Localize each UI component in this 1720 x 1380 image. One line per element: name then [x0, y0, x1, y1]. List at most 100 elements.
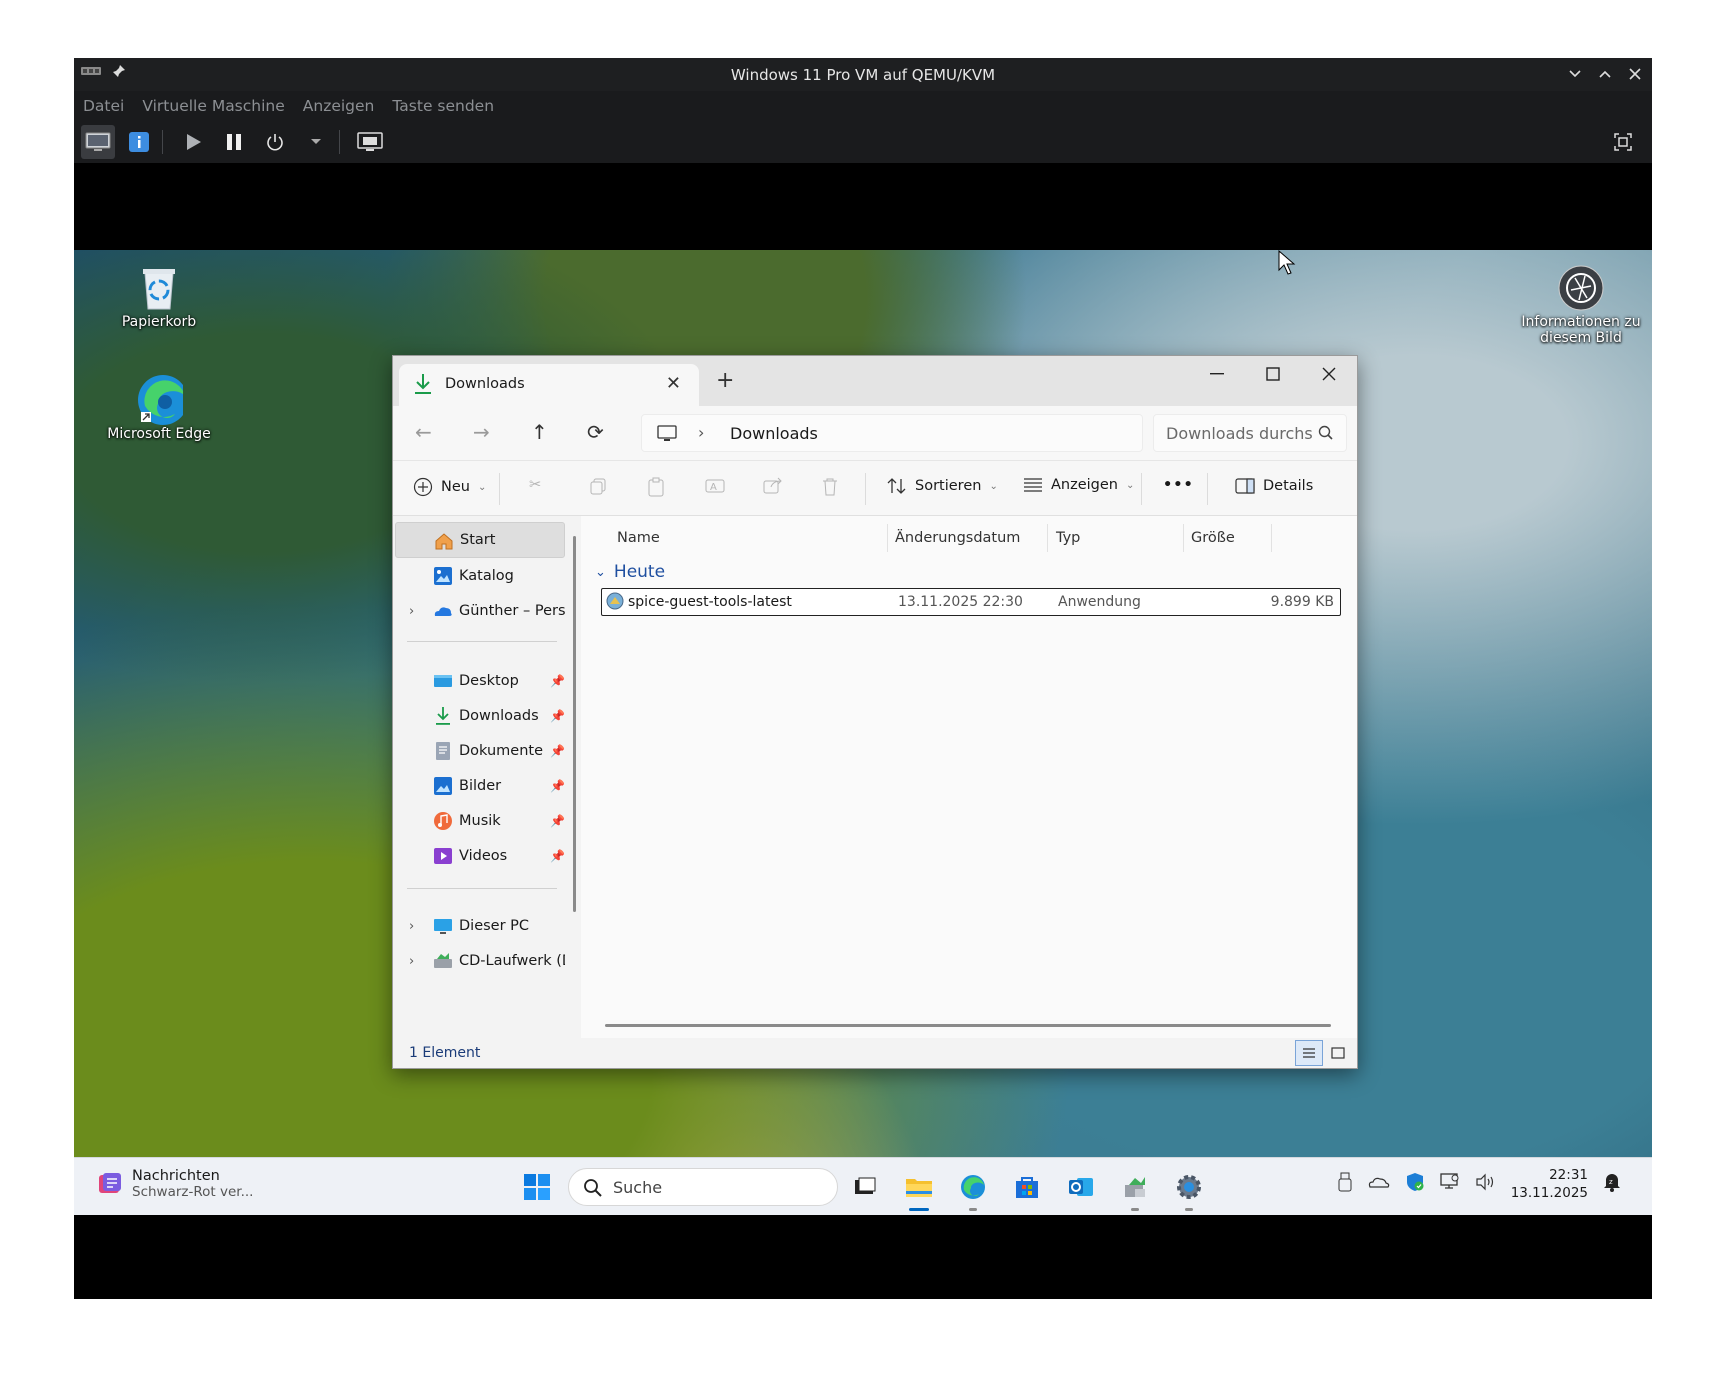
fullscreen-button[interactable] [1606, 125, 1640, 159]
details-pane-button[interactable]: Details [1235, 477, 1313, 495]
volume-icon[interactable] [1475, 1173, 1497, 1195]
sidebar-item-downloads[interactable]: Downloads 📌 [395, 698, 565, 734]
forward-arrow-icon[interactable]: → [473, 420, 490, 444]
pin-icon[interactable]: 📌 [550, 709, 565, 723]
navigation-pane: Start Katalog › Günther – Persönlich Des… [393, 516, 576, 1038]
pin-icon[interactable]: 📌 [550, 744, 565, 758]
rename-icon[interactable]: A [705, 477, 725, 495]
breadcrumb-downloads[interactable]: Downloads [730, 424, 818, 443]
sidebar-item-musik[interactable]: Musik 📌 [395, 803, 565, 839]
column-header-date[interactable]: Änderungsdatum [895, 530, 1020, 546]
view-button[interactable]: Anzeigen ⌄ [1023, 477, 1134, 493]
taskbar-installer[interactable] [1118, 1170, 1152, 1211]
minimize-button[interactable] [1566, 63, 1584, 85]
up-arrow-icon[interactable]: ↑ [531, 420, 548, 444]
close-tab-icon[interactable]: ✕ [666, 373, 681, 394]
taskbar-settings[interactable] [1172, 1170, 1206, 1211]
shutdown-menu-button[interactable] [299, 125, 333, 159]
power-icon [267, 134, 283, 151]
menu-virtuelle-maschine[interactable]: Virtuelle Maschine [133, 91, 293, 115]
run-button[interactable] [176, 125, 210, 159]
tiles-view-icon [1331, 1047, 1345, 1059]
network-icon[interactable] [1439, 1172, 1461, 1196]
console-view-button[interactable] [81, 125, 115, 159]
group-header[interactable]: ⌄ Heute [595, 562, 665, 582]
tab-downloads[interactable]: Downloads ✕ [399, 364, 699, 406]
pin-icon[interactable]: 📌 [550, 849, 565, 863]
guest-desktop: Papierkorb Microsoft Edge Informationen … [74, 250, 1652, 1215]
pin-icon[interactable]: 📌 [550, 779, 565, 793]
notification-bell-icon[interactable]: z [1602, 1171, 1622, 1197]
desktop-icon-recycle-bin[interactable]: Papierkorb [99, 264, 219, 330]
desktop-icon-edge[interactable]: Microsoft Edge [99, 375, 219, 442]
pause-button[interactable] [217, 125, 251, 159]
table-row[interactable]: spice-guest-tools-latest 13.11.2025 22:3… [601, 588, 1341, 616]
cut-icon[interactable]: ✂ [529, 477, 541, 493]
maximize-button[interactable] [1596, 63, 1614, 85]
menu-datei[interactable]: Datei [74, 91, 133, 115]
sidebar-item-start[interactable]: Start [395, 522, 565, 558]
news-widget[interactable]: Nachrichten Schwarz-Rot ver... [96, 1168, 253, 1200]
sidebar-item-katalog[interactable]: Katalog [395, 558, 565, 594]
start-button[interactable] [520, 1170, 554, 1204]
task-view-button[interactable] [848, 1170, 882, 1204]
sort-button[interactable]: Sortieren ⌄ [887, 477, 998, 495]
column-header-type[interactable]: Typ [1056, 530, 1080, 546]
explorer-minimize-button[interactable] [1189, 356, 1245, 392]
column-header-size[interactable]: Größe [1191, 530, 1235, 546]
chevron-right-icon[interactable]: › [698, 423, 704, 442]
chevron-right-icon[interactable]: › [409, 919, 414, 934]
sidebar-item-cd-laufwerk[interactable]: › CD-Laufwerk (D [395, 943, 565, 979]
security-icon[interactable] [1405, 1172, 1425, 1196]
search-input[interactable]: Downloads durchsuchen [1166, 424, 1314, 443]
taskbar-edge[interactable] [956, 1170, 990, 1211]
sidebar-item-desktop[interactable]: Desktop 📌 [395, 663, 565, 699]
paste-icon[interactable] [647, 477, 665, 497]
tab-label: Downloads [445, 376, 525, 392]
chevron-right-icon[interactable]: › [409, 604, 414, 619]
clock[interactable]: 22:31 13.11.2025 [1511, 1166, 1588, 1202]
sidebar-item-bilder[interactable]: Bilder 📌 [395, 768, 565, 804]
details-view-toggle[interactable] [1295, 1040, 1323, 1066]
tiles-view-toggle[interactable] [1325, 1040, 1351, 1066]
explorer-maximize-button[interactable] [1245, 356, 1301, 392]
explorer-close-button[interactable] [1301, 356, 1357, 392]
sidebar-item-dokumente[interactable]: Dokumente 📌 [395, 733, 565, 769]
desktop-icon-spotlight[interactable]: Informationen zu diesem Bild [1518, 264, 1644, 346]
windows-icon [524, 1174, 550, 1200]
delete-icon[interactable] [821, 477, 839, 497]
taskbar-search-input[interactable]: Suche [613, 1178, 662, 1197]
new-tab-button[interactable]: + [716, 368, 734, 393]
onedrive-icon[interactable] [1367, 1174, 1391, 1194]
close-button[interactable] [1626, 63, 1644, 85]
new-button[interactable]: Neu ⌄ [413, 477, 486, 497]
shutdown-button[interactable] [258, 125, 292, 159]
address-bar[interactable]: › Downloads [641, 414, 1143, 452]
usb-icon[interactable] [1337, 1171, 1353, 1197]
column-header-name[interactable]: Name [617, 530, 660, 546]
search-box[interactable]: Downloads durchsuchen [1153, 414, 1347, 452]
horizontal-scrollbar[interactable] [605, 1024, 1331, 1027]
taskbar-search[interactable]: Suche [568, 1168, 838, 1206]
refresh-icon[interactable]: ⟳ [587, 420, 604, 444]
pin-icon[interactable]: 📌 [550, 814, 565, 828]
sidebar-item-videos[interactable]: Videos 📌 [395, 838, 565, 874]
menu-anzeigen[interactable]: Anzeigen [294, 91, 384, 115]
share-icon[interactable] [763, 477, 783, 495]
taskbar-file-explorer[interactable] [902, 1170, 936, 1211]
play-icon [187, 134, 201, 150]
copy-icon[interactable] [589, 477, 607, 495]
sidebar-item-dieser-pc[interactable]: › Dieser PC [395, 908, 565, 944]
nav-scrollbar[interactable] [573, 536, 576, 912]
menu-taste-senden[interactable]: Taste senden [383, 91, 503, 115]
taskbar-store[interactable] [1010, 1170, 1044, 1204]
snapshots-button[interactable] [353, 125, 387, 159]
back-arrow-icon[interactable]: ← [415, 420, 432, 444]
taskbar-outlook[interactable] [1064, 1170, 1098, 1204]
pin-icon[interactable]: 📌 [550, 674, 565, 688]
sidebar-item-label: CD-Laufwerk (D [459, 953, 565, 969]
details-view-button[interactable] [122, 125, 156, 159]
chevron-right-icon[interactable]: › [409, 954, 414, 969]
sidebar-item-onedrive[interactable]: › Günther – Persönlich [395, 593, 565, 629]
more-options-button[interactable]: ••• [1163, 477, 1194, 493]
